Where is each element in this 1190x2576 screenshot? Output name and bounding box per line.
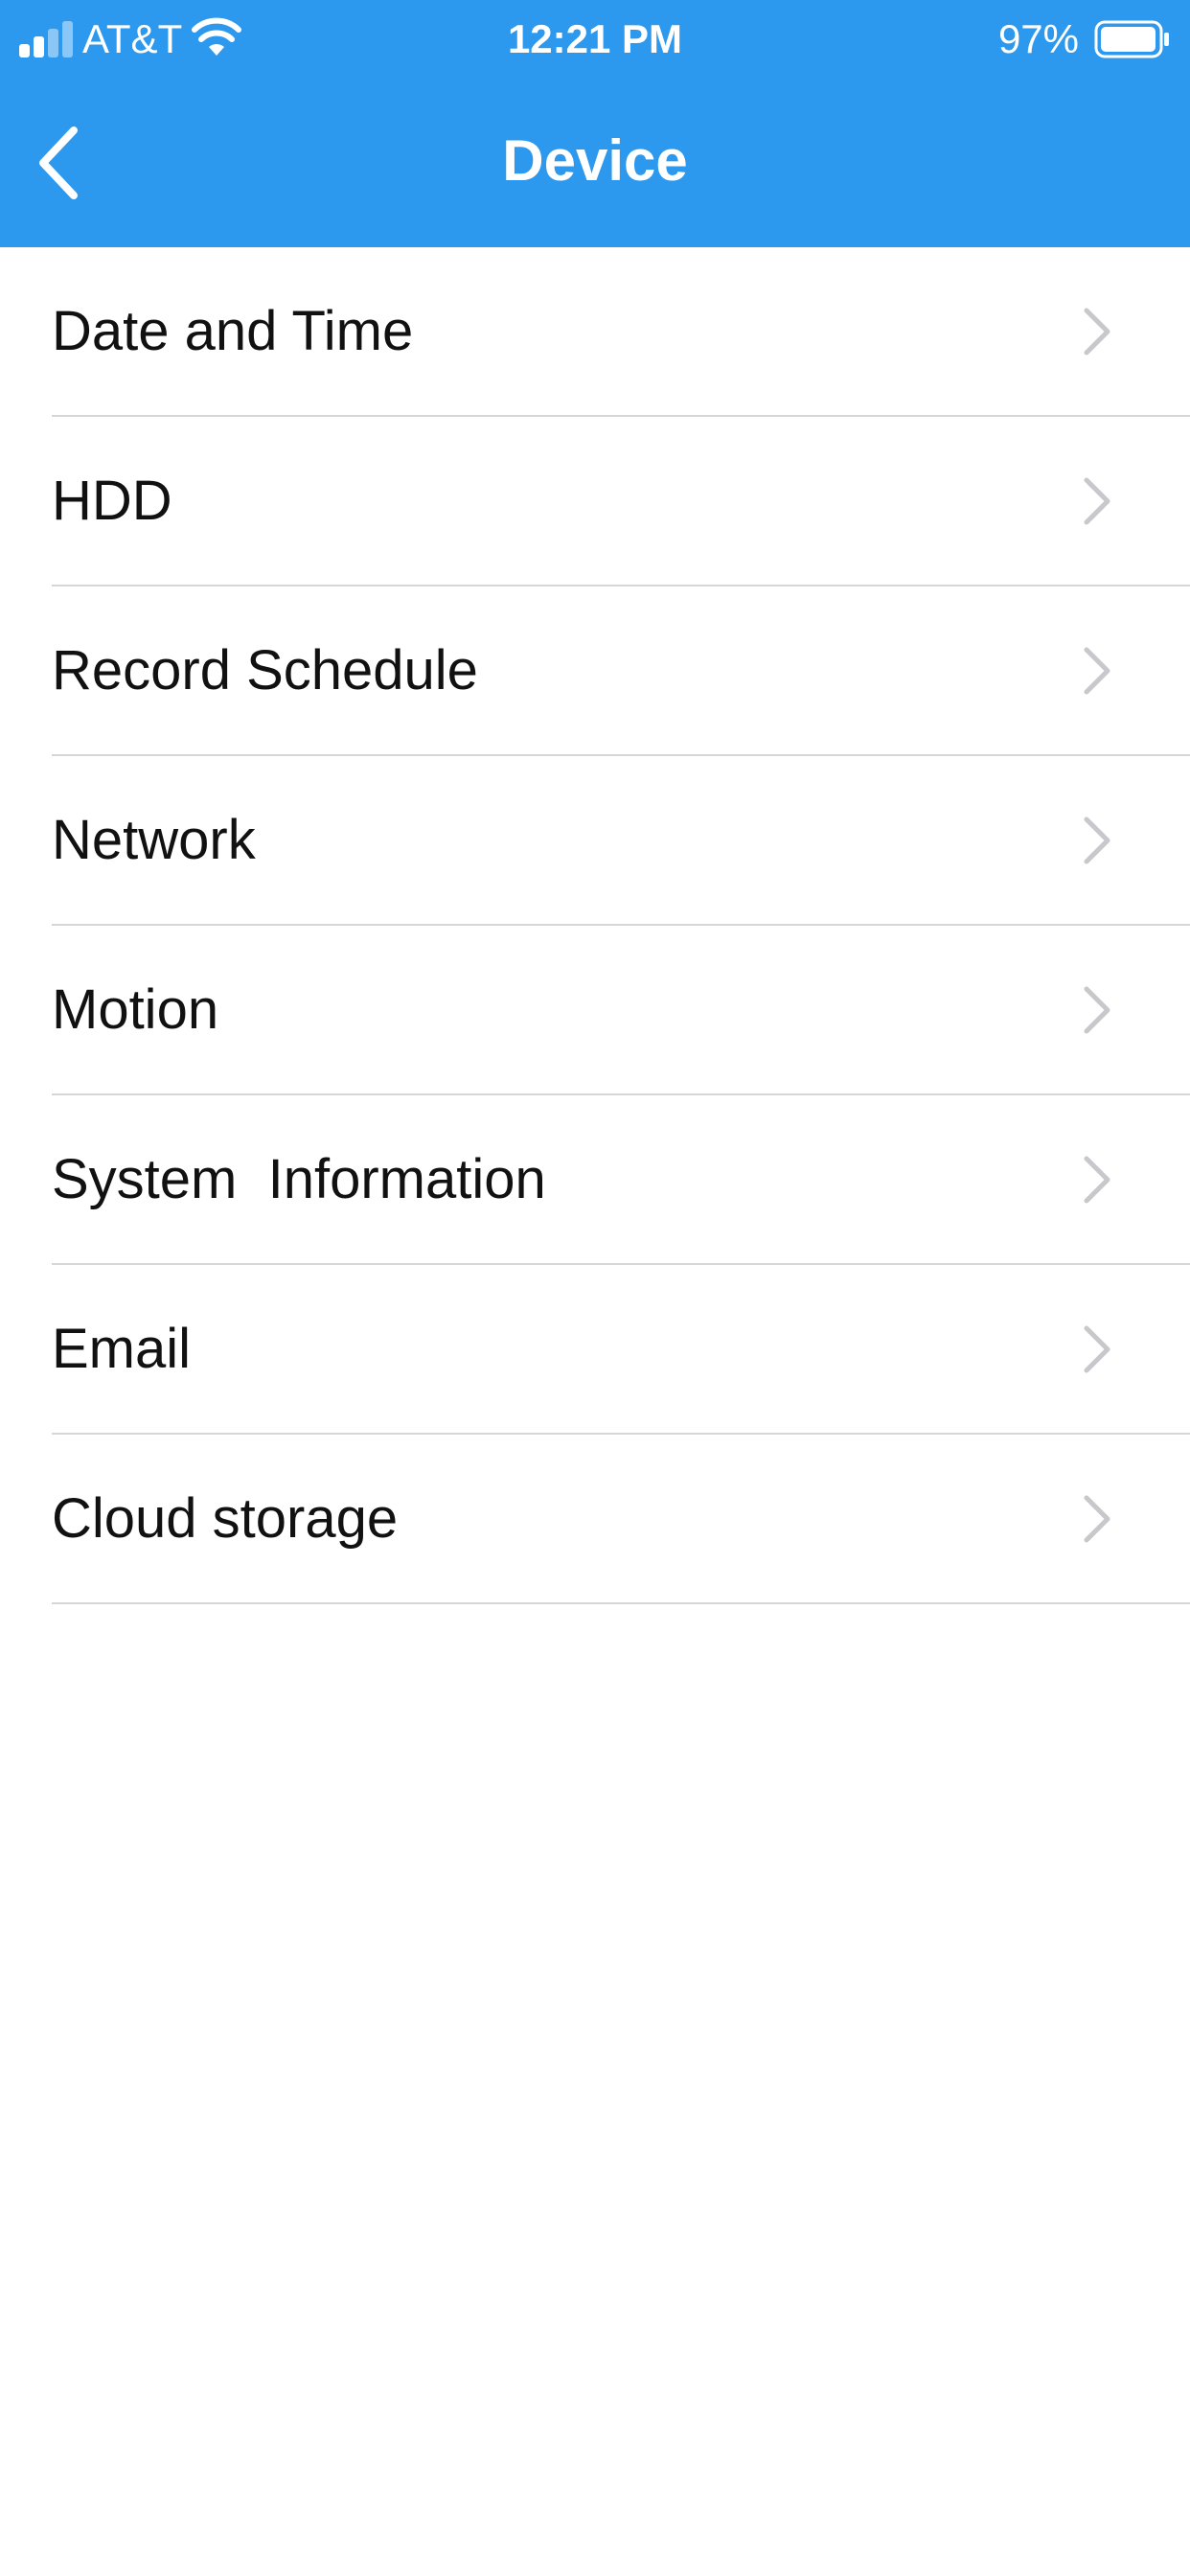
chevron-right-icon (1084, 477, 1110, 525)
chevron-right-icon (1084, 986, 1110, 1034)
battery-percent: 97% (997, 16, 1079, 61)
menu-item-record-schedule[interactable]: Record Schedule (0, 586, 1190, 756)
menu-item-cloud-storage[interactable]: Cloud storage (0, 1435, 1190, 1604)
settings-list: Date and Time HDD Record Schedule Networ… (0, 247, 1190, 1604)
menu-item-motion[interactable]: Motion (0, 926, 1190, 1095)
chevron-right-icon (1084, 647, 1110, 695)
menu-item-label: Email (52, 1318, 192, 1380)
chevron-right-icon (1084, 1495, 1110, 1543)
menu-item-label: HDD (52, 470, 172, 532)
chevron-right-icon (1084, 308, 1110, 356)
menu-item-label: Motion (52, 978, 219, 1041)
chevron-right-icon (1084, 816, 1110, 864)
row-divider (52, 1602, 1190, 1604)
menu-item-label: Network (52, 809, 256, 871)
menu-item-network[interactable]: Network (0, 756, 1190, 926)
navigation-bar: Device (0, 96, 1190, 230)
menu-item-system-information[interactable]: System Information (0, 1095, 1190, 1265)
chevron-right-icon (1084, 1156, 1110, 1204)
menu-item-email[interactable]: Email (0, 1265, 1190, 1435)
menu-item-label: Cloud storage (52, 1487, 399, 1550)
menu-item-label: System Information (52, 1148, 546, 1210)
menu-item-hdd[interactable]: HDD (0, 417, 1190, 586)
app-header: AT&T 12:21 PM 97% Device (0, 0, 1190, 247)
menu-item-label: Record Schedule (52, 639, 478, 702)
status-bar: AT&T 12:21 PM 97% (0, 0, 1190, 79)
menu-item-label: Date and Time (52, 300, 414, 362)
chevron-right-icon (1084, 1325, 1110, 1373)
battery-icon (1094, 20, 1169, 58)
menu-item-date-and-time[interactable]: Date and Time (0, 247, 1190, 417)
page-title: Device (502, 128, 688, 193)
